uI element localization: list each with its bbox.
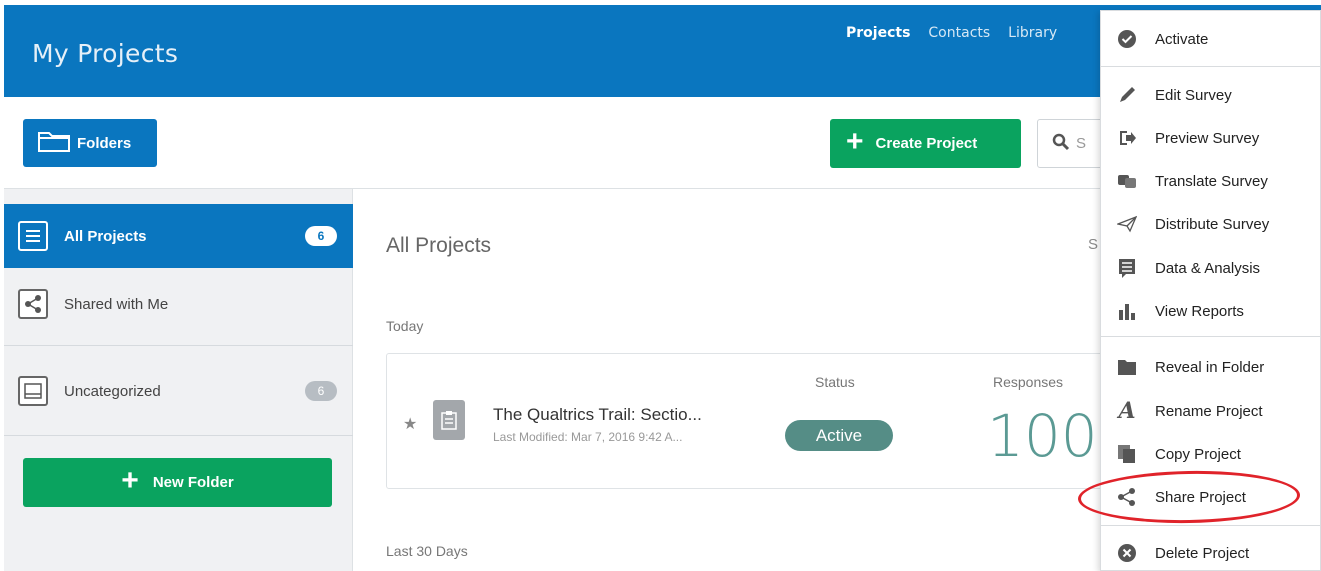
responses-header: Responses: [993, 374, 1064, 390]
sidebar-divider: [4, 345, 353, 346]
menu-item-label: Rename Project: [1155, 402, 1263, 420]
menu-item-reveal-in-folder[interactable]: Reveal in Folder: [1101, 347, 1321, 387]
menu-item-label: Copy Project: [1155, 445, 1241, 463]
nav-projects[interactable]: Projects: [846, 25, 910, 41]
nav-library[interactable]: Library: [1008, 25, 1057, 41]
survey-icon: [433, 400, 465, 440]
folder-icon: [37, 129, 77, 157]
sidebar: All Projects 6 Shared with Me Uncategori…: [4, 189, 353, 571]
rename-icon: A: [1118, 398, 1136, 424]
project-card[interactable]: ★ The Qualtrics Trail: Sectio... Last Mo…: [386, 353, 1126, 489]
plus-icon: +: [846, 125, 864, 158]
page-title: My Projects: [32, 39, 179, 68]
top-nav: Projects Contacts Library: [846, 25, 1075, 41]
new-folder-label: New Folder: [152, 474, 234, 491]
pencil-icon: [1115, 83, 1139, 107]
star-icon[interactable]: ★: [403, 414, 417, 434]
menu-item-label: Reveal in Folder: [1155, 358, 1265, 376]
menu-item-copy-project[interactable]: Copy Project: [1101, 434, 1321, 474]
sidebar-item-label: Uncategorized: [64, 382, 161, 400]
project-name[interactable]: The Qualtrics Trail: Sectio...: [493, 405, 753, 425]
count-badge: 6: [305, 381, 337, 401]
translate-icon: [1115, 169, 1139, 193]
menu-item-label: View Reports: [1155, 302, 1244, 320]
preview-icon: [1115, 126, 1139, 150]
menu-item-view-reports[interactable]: View Reports: [1101, 291, 1321, 331]
sidebar-item-all-projects[interactable]: All Projects 6: [4, 204, 353, 268]
delete-icon: [1115, 541, 1139, 565]
sidebar-item-uncategorized[interactable]: Uncategorized 6: [4, 359, 353, 423]
section-title: All Projects: [386, 234, 492, 257]
search-icon: [1052, 133, 1070, 155]
share-icon: [18, 289, 48, 319]
truncated-label: S: [1088, 236, 1099, 253]
menu-item-preview-survey[interactable]: Preview Survey: [1101, 118, 1321, 158]
folder-icon: [1115, 355, 1139, 379]
menu-item-edit-survey[interactable]: Edit Survey: [1101, 75, 1321, 115]
list-icon: [18, 221, 48, 251]
sidebar-item-label: Shared with Me: [64, 295, 169, 313]
data-icon: [1115, 256, 1139, 280]
menu-item-label: Delete Project: [1155, 544, 1250, 562]
menu-item-label: Data & Analysis: [1155, 259, 1261, 277]
menu-item-label: Preview Survey: [1155, 129, 1260, 147]
sidebar-item-shared-with-me[interactable]: Shared with Me: [4, 272, 353, 336]
app-window: My Projects Projects Contacts Library Fo…: [0, 0, 1321, 571]
status-badge: Active: [785, 420, 893, 451]
count-badge: 6: [305, 226, 337, 246]
menu-item-label: Activate: [1155, 30, 1209, 48]
inbox-icon: [18, 376, 48, 406]
group-label-today: Today: [386, 318, 424, 334]
check-circle-icon: [1115, 27, 1139, 51]
search-placeholder: S: [1076, 135, 1087, 152]
menu-item-label: Edit Survey: [1155, 86, 1232, 104]
menu-divider: [1101, 66, 1321, 67]
group-label-last-30-days: Last 30 Days: [386, 543, 468, 559]
menu-item-label: Translate Survey: [1155, 172, 1268, 190]
responses-count: 100: [987, 402, 1098, 470]
create-project-label: Create Project: [875, 135, 978, 152]
menu-divider: [1101, 525, 1321, 526]
last-modified: Last Modified: Mar 7, 2016 9:42 A...: [493, 430, 683, 444]
folders-button[interactable]: Folders: [23, 119, 157, 167]
menu-item-delete-project[interactable]: Delete Project: [1101, 533, 1321, 571]
nav-contacts[interactable]: Contacts: [928, 25, 990, 41]
menu-item-label: Distribute Survey: [1155, 215, 1270, 233]
menu-item-translate-survey[interactable]: Translate Survey: [1101, 161, 1321, 201]
menu-item-data-analysis[interactable]: Data & Analysis: [1101, 248, 1321, 288]
copy-icon: [1115, 442, 1139, 466]
create-project-button[interactable]: + Create Project: [830, 119, 1021, 168]
plus-icon: +: [121, 464, 139, 497]
status-header: Status: [815, 374, 855, 390]
bar-chart-icon: [1115, 299, 1139, 323]
menu-divider: [1101, 336, 1321, 337]
menu-item-distribute-survey[interactable]: Distribute Survey: [1101, 204, 1321, 244]
folders-label: Folders: [77, 134, 132, 152]
sidebar-divider: [4, 435, 353, 436]
paper-plane-icon: [1115, 212, 1139, 236]
menu-item-activate[interactable]: Activate: [1101, 19, 1321, 59]
sidebar-item-label: All Projects: [64, 227, 147, 245]
new-folder-button[interactable]: + New Folder: [23, 458, 332, 507]
menu-item-rename-project[interactable]: A Rename Project: [1101, 391, 1321, 431]
